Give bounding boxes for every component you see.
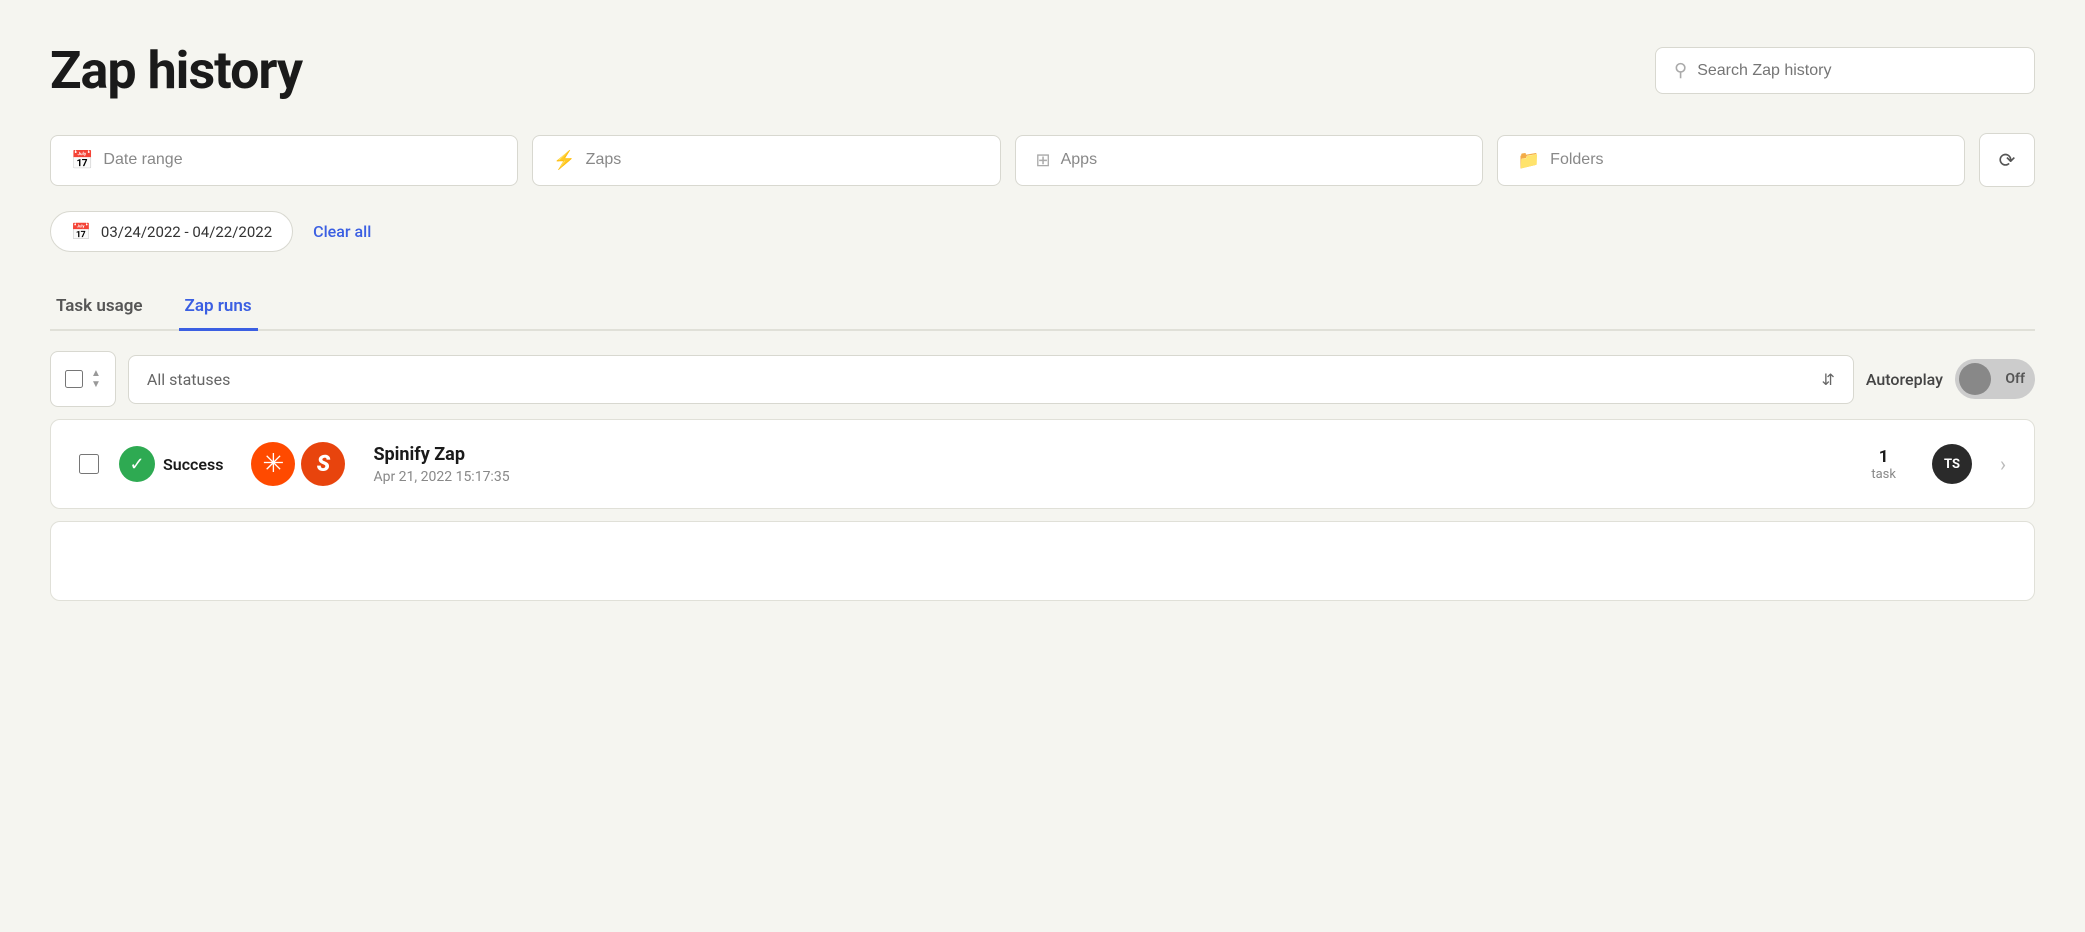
active-date-range: 03/24/2022 - 04/22/2022 (101, 223, 272, 241)
toggle-state-label: Off (2005, 371, 2025, 387)
zaps-filter[interactable]: ⚡ Zaps (532, 135, 1000, 186)
refresh-button[interactable]: ⟳ (1979, 133, 2035, 187)
chevron-right-icon[interactable]: › (2000, 452, 2006, 476)
apps-filter[interactable]: ⊞ Apps (1015, 135, 1483, 186)
task-label: task (1871, 467, 1896, 482)
date-range-label: Date range (103, 151, 182, 169)
chevron-updown-icon: ⇵ (1821, 370, 1834, 389)
active-filters-row: 📅 03/24/2022 - 04/22/2022 Clear all (50, 211, 2035, 252)
zap-app-icons: ✳ S (251, 442, 345, 486)
folders-filter[interactable]: 📁 Folders (1497, 135, 1965, 186)
table-row (50, 521, 2035, 601)
spinify-app-icon: S (301, 442, 345, 486)
task-count: 1 task (1871, 447, 1896, 482)
tab-zap-runs[interactable]: Zap runs (179, 284, 258, 331)
zaps-label: Zaps (586, 151, 622, 169)
date-range-filter[interactable]: 📅 Date range (50, 135, 518, 186)
active-date-filter[interactable]: 📅 03/24/2022 - 04/22/2022 (50, 211, 293, 252)
controls-row: ▲ ▼ All statuses ⇵ Autoreplay Off (50, 351, 2035, 407)
zap-date: Apr 21, 2022 15:17:35 (373, 469, 1851, 485)
zap-name: Spinify Zap (373, 444, 1851, 465)
calendar-icon: 📅 (71, 150, 93, 171)
status-dropdown[interactable]: All statuses ⇵ (128, 355, 1854, 404)
zap-info: Spinify Zap Apr 21, 2022 15:17:35 (373, 444, 1851, 485)
select-all-group[interactable]: ▲ ▼ (50, 351, 116, 407)
avatar: TS (1932, 444, 1972, 484)
table-row[interactable]: ✓ Success ✳ S Spinify Zap Apr 21, 2022 1… (50, 419, 2035, 509)
zapier-app-icon: ✳ (251, 442, 295, 486)
zap-list: ✓ Success ✳ S Spinify Zap Apr 21, 2022 1… (50, 419, 2035, 601)
refresh-icon: ⟳ (1999, 148, 2016, 173)
search-box[interactable]: ⚲ (1655, 47, 2035, 94)
folder-icon: 📁 (1518, 150, 1540, 171)
zap-icon: ⚡ (553, 150, 575, 171)
folders-label: Folders (1550, 151, 1603, 169)
header-row: Zap history ⚲ (50, 40, 2035, 101)
autoreplay-label: Autoreplay (1866, 370, 1943, 389)
task-number: 1 (1871, 447, 1896, 467)
apps-label: Apps (1061, 151, 1097, 169)
sort-arrows[interactable]: ▲ ▼ (91, 369, 101, 390)
filter-row: 📅 Date range ⚡ Zaps ⊞ Apps 📁 Folders ⟳ (50, 133, 2035, 187)
success-icon: ✓ (119, 446, 155, 482)
status-badge: ✓ Success (119, 446, 223, 482)
apps-icon: ⊞ (1036, 150, 1051, 171)
row-checkbox[interactable] (79, 454, 99, 474)
toggle-knob (1959, 363, 1991, 395)
autoreplay-toggle[interactable]: Off (1955, 359, 2035, 399)
status-placeholder: All statuses (147, 370, 230, 389)
autoreplay-group: Autoreplay Off (1866, 359, 2035, 399)
sort-up-icon: ▲ (91, 369, 101, 379)
status-text: Success (163, 455, 223, 474)
tabs-row: Task usage Zap runs (50, 284, 2035, 331)
page-title: Zap history (50, 40, 302, 101)
tab-task-usage[interactable]: Task usage (50, 284, 149, 331)
active-calendar-icon: 📅 (71, 222, 91, 241)
search-input[interactable] (1697, 62, 2016, 80)
search-icon: ⚲ (1674, 60, 1687, 81)
clear-all-link[interactable]: Clear all (313, 222, 371, 241)
sort-down-icon: ▼ (91, 380, 101, 390)
select-all-checkbox[interactable] (65, 370, 83, 388)
